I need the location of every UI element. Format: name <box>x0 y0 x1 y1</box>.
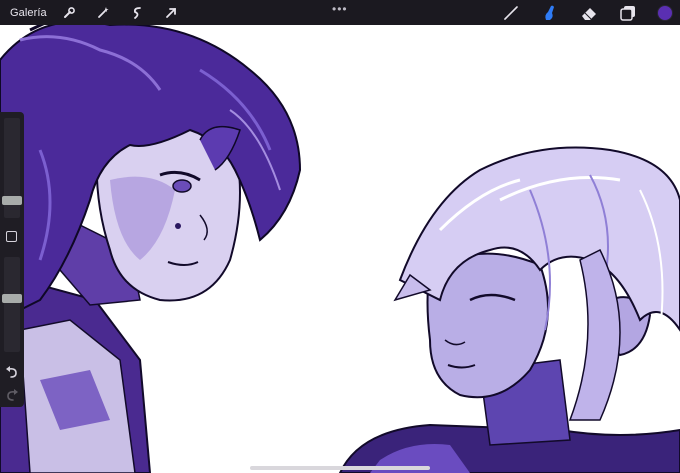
wrench-icon[interactable] <box>59 3 79 23</box>
opacity-handle[interactable] <box>2 294 22 303</box>
drawing-canvas[interactable] <box>0 0 680 473</box>
transform-arrow-icon[interactable] <box>161 3 181 23</box>
gallery-button[interactable]: Galería <box>10 7 47 19</box>
left-tool-group <box>59 3 181 23</box>
undo-icon[interactable] <box>5 365 19 379</box>
home-indicator <box>250 466 430 470</box>
brush-size-handle[interactable] <box>2 196 22 205</box>
redo-icon[interactable] <box>5 388 19 402</box>
layers-icon[interactable] <box>618 3 638 23</box>
right-figure <box>338 146 680 473</box>
selection-icon[interactable] <box>127 3 147 23</box>
more-options-button[interactable]: ••• <box>332 2 348 16</box>
left-figure <box>0 2 302 473</box>
artwork <box>0 2 680 473</box>
brush-icon[interactable] <box>501 3 521 23</box>
brush-size-slider[interactable] <box>2 118 22 218</box>
modify-button[interactable] <box>6 231 17 242</box>
eraser-icon[interactable] <box>579 3 599 23</box>
color-picker-button[interactable] <box>657 4 673 21</box>
top-toolbar: Galería ••• <box>0 0 680 25</box>
right-tool-group <box>501 0 680 25</box>
smudge-icon[interactable] <box>540 3 560 23</box>
side-bar <box>0 112 24 407</box>
magic-wand-icon[interactable] <box>93 3 113 23</box>
opacity-slider[interactable] <box>2 257 22 352</box>
